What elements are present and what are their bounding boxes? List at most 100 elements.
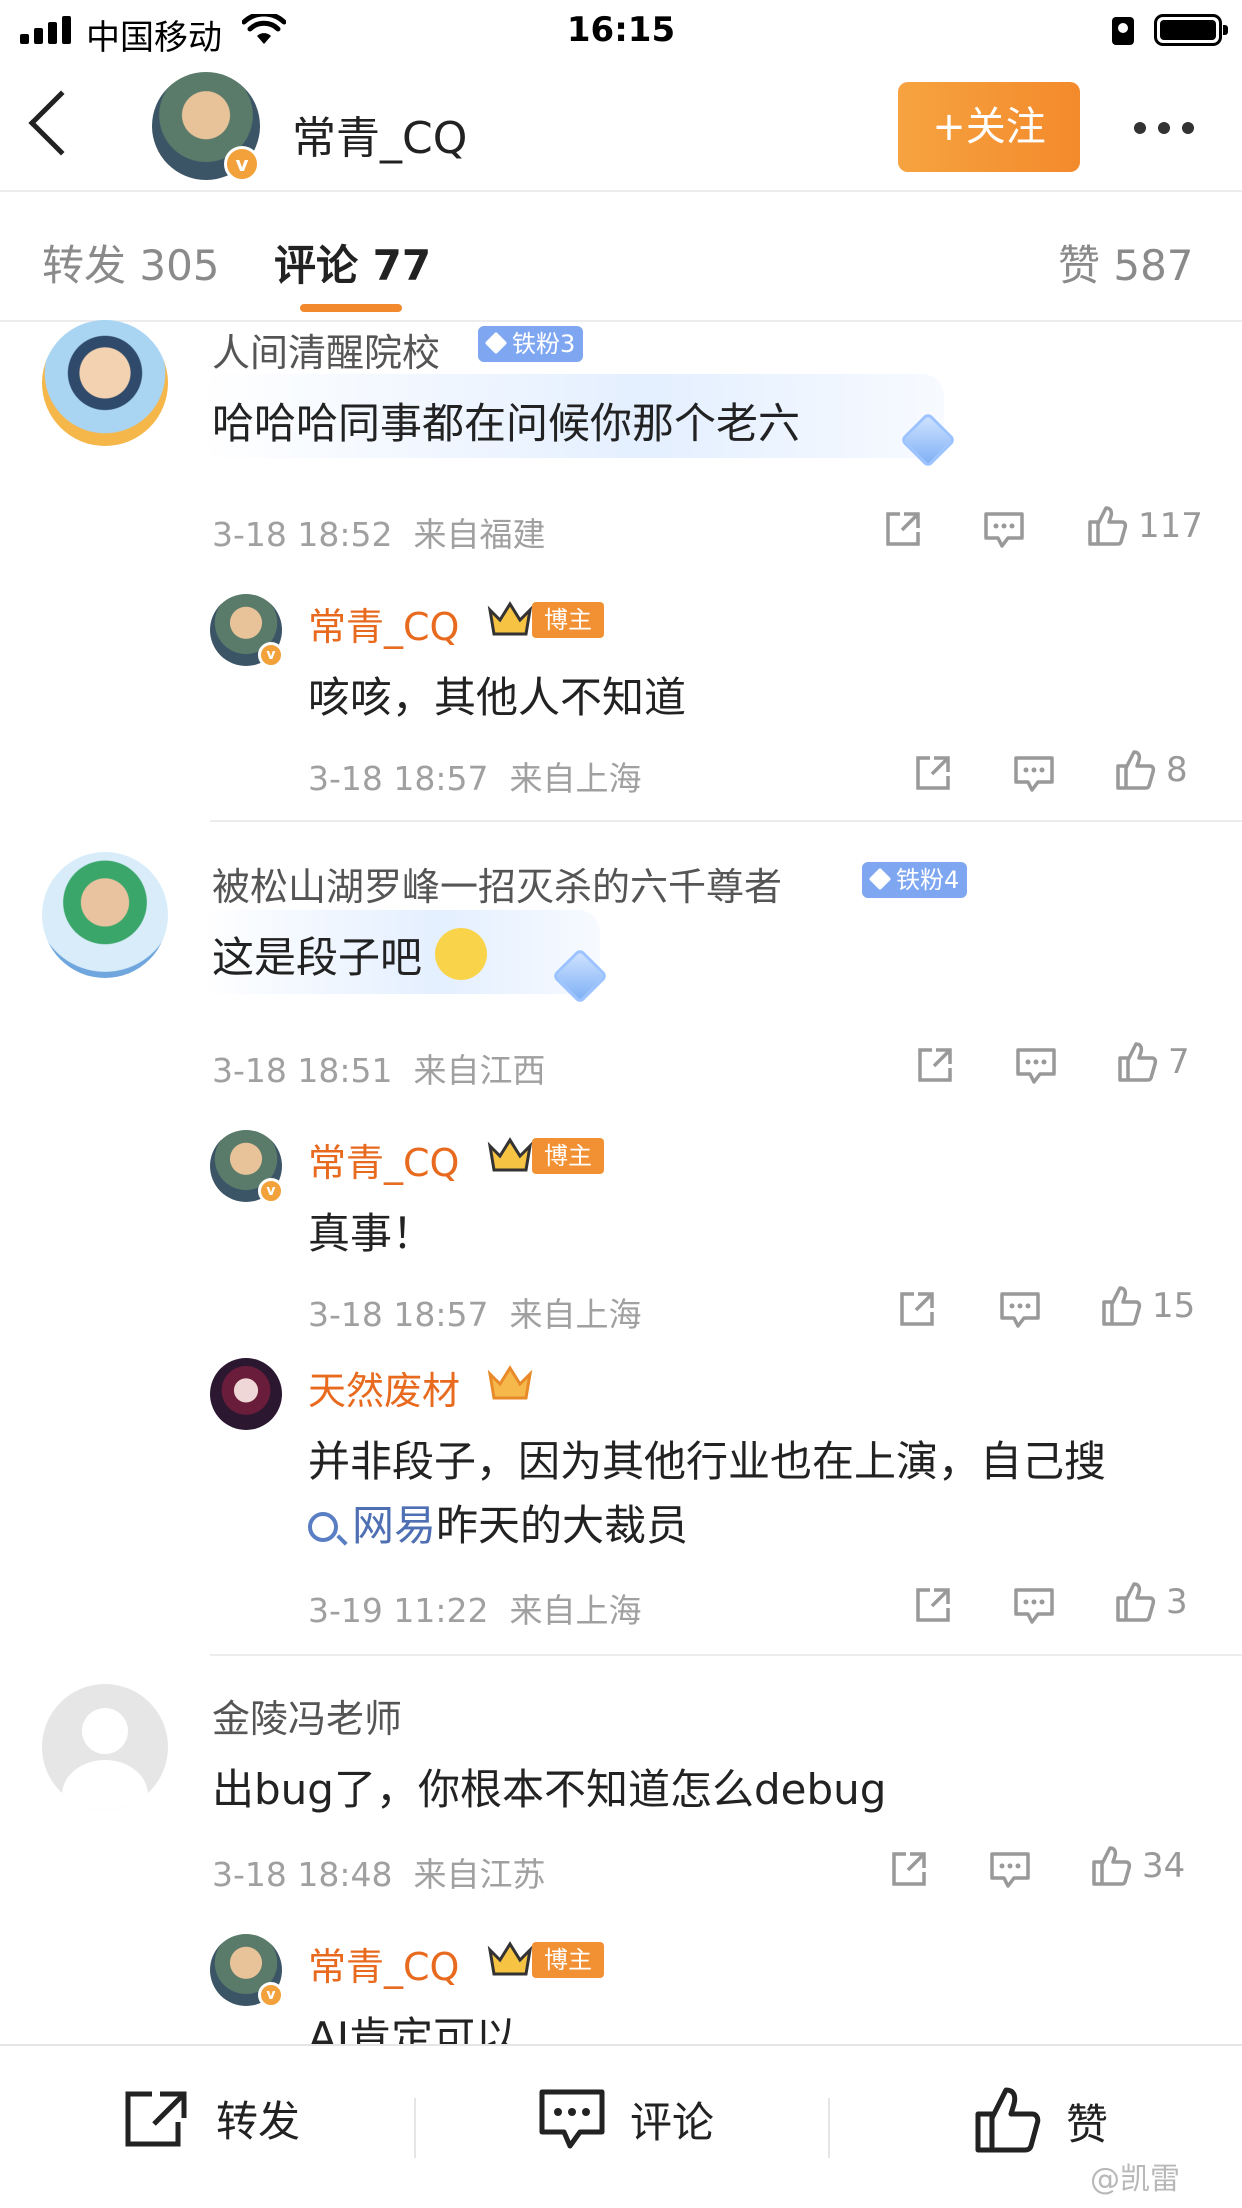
like-button[interactable]: 赞 [974, 2086, 1108, 2156]
share-icon [886, 512, 920, 546]
share-icon [916, 1588, 950, 1622]
like-icon [1116, 750, 1156, 790]
reply-button[interactable] [998, 1288, 1042, 1330]
verified-icon: v [224, 146, 260, 182]
comment-divider [210, 1654, 1242, 1656]
reply-button[interactable] [1014, 1044, 1058, 1086]
like-button[interactable]: 15 [1100, 1284, 1195, 1328]
tab-likes[interactable]: 赞 587 [1058, 232, 1194, 293]
comment-icon [984, 512, 1024, 548]
battery-icon [1154, 14, 1228, 46]
like-button[interactable]: 117 [1086, 504, 1203, 548]
like-button[interactable]: 8 [1114, 748, 1188, 792]
reply-meta: 3-18 18:57 来自上海 [308, 1295, 642, 1334]
like-icon [1118, 1042, 1158, 1082]
comment-author[interactable]: 人间清醒院校 [212, 322, 440, 377]
share-icon [900, 1292, 934, 1326]
comment-icon [990, 1852, 1030, 1888]
crown-icon [487, 1365, 533, 1400]
like-button[interactable]: 7 [1116, 1040, 1190, 1084]
bar-divider [828, 2098, 830, 2158]
verified-icon: v [258, 1982, 284, 2008]
comment-author[interactable]: 被松山湖罗峰一招灭杀的六千尊者 [212, 856, 782, 911]
crown-icon [487, 1137, 533, 1172]
tab-indicator [300, 304, 402, 312]
avatar[interactable] [210, 1358, 282, 1430]
share-button[interactable] [914, 1044, 956, 1086]
share-button[interactable] [912, 752, 954, 794]
more-icon[interactable] [1134, 122, 1194, 134]
back-icon[interactable] [28, 90, 94, 156]
like-button[interactable]: 3 [1114, 1580, 1188, 1624]
reply-meta: 3-18 18:57 来自上海 [308, 759, 642, 798]
reply-author[interactable]: 天然废材 [308, 1360, 460, 1415]
comment-text: 哈哈哈同事都在问候你那个老六 [212, 399, 801, 448]
watermark: @凯雷 [1090, 2162, 1180, 2197]
share-icon [918, 1048, 952, 1082]
comment-author[interactable]: 金陵冯老师 [212, 1688, 402, 1743]
like-button[interactable]: 34 [1090, 1844, 1185, 1888]
comment-meta: 3-18 18:52 来自福建 [212, 515, 546, 554]
reply-meta: 3-19 11:22 来自上海 [308, 1591, 642, 1630]
clock: 16:15 [566, 10, 676, 50]
reply-author[interactable]: 常青_CQ [308, 596, 459, 651]
reply-button[interactable] [988, 1848, 1032, 1890]
share-icon [916, 756, 950, 790]
status-bar: 中国移动 16:15 [0, 0, 1242, 62]
search-link[interactable]: 网易 [352, 1501, 436, 1550]
reply-button[interactable] [1012, 752, 1056, 794]
comment-icon [1016, 1048, 1056, 1084]
like-icon [1088, 506, 1128, 546]
avatar[interactable] [42, 320, 168, 446]
avatar[interactable] [42, 852, 168, 978]
like-icon [975, 2087, 1041, 2153]
share-icon [892, 1852, 926, 1886]
comment-button[interactable]: 评论 [538, 2086, 714, 2152]
share-button[interactable] [888, 1848, 930, 1890]
profile-name[interactable]: 常青_CQ [292, 102, 467, 166]
share-button[interactable] [896, 1288, 938, 1330]
nav-bar: v 常青_CQ +关注 [0, 62, 1242, 192]
like-icon [1116, 1582, 1156, 1622]
share-icon [125, 2091, 187, 2147]
comment-icon [1014, 756, 1054, 792]
reply-author[interactable]: 常青_CQ [308, 1132, 459, 1187]
fan-badge: 铁粉3 [478, 326, 584, 362]
comment-icon [1014, 1588, 1054, 1624]
sim-icon [1112, 17, 1134, 45]
reply-button[interactable] [982, 508, 1026, 550]
comment-divider [210, 820, 1242, 822]
crown-icon [487, 601, 533, 636]
nav-divider [0, 190, 1242, 192]
like-icon [1102, 1286, 1142, 1326]
comment-text: 出bug了，你根本不知道怎么debug [212, 1765, 887, 1814]
follow-button[interactable]: +关注 [898, 82, 1080, 172]
repost-button[interactable]: 转发 [122, 2086, 300, 2150]
bar-divider [414, 2098, 416, 2158]
blogger-badge: 博主 [532, 1138, 604, 1174]
comment-meta: 3-18 18:48 来自江苏 [212, 1855, 546, 1894]
search-icon [308, 1512, 338, 1542]
comment-icon [539, 2089, 605, 2149]
fan-badge: 铁粉4 [862, 862, 968, 898]
reply-text: 咳咳，其他人不知道 [308, 673, 687, 722]
comment-meta: 3-18 18:51 来自江西 [212, 1051, 546, 1090]
comment-text: 这是段子吧 [212, 924, 488, 985]
share-button[interactable] [912, 1584, 954, 1626]
tab-repost[interactable]: 转发 305 [42, 232, 220, 293]
reply-text-line2: 网易昨天的大裁员 [308, 1492, 688, 1553]
crown-icon [487, 1941, 533, 1976]
blogger-badge: 博主 [532, 602, 604, 638]
bottom-action-bar: 转发 评论 赞 [0, 2044, 1242, 2208]
reply-text: 真事！ [308, 1209, 435, 1258]
reply-button[interactable] [1012, 1584, 1056, 1626]
verified-icon: v [258, 642, 284, 668]
verified-icon: v [258, 1178, 284, 1204]
tab-comments[interactable]: 评论 77 [274, 232, 431, 293]
laughing-emoji-icon [435, 928, 488, 980]
reply-author[interactable]: 常青_CQ [308, 1936, 459, 1991]
avatar[interactable] [42, 1684, 168, 1810]
share-button[interactable] [882, 508, 924, 550]
reply-text: 并非段子，因为其他行业也在上演，自己搜 [308, 1437, 1107, 1486]
comment-icon [1000, 1292, 1040, 1328]
